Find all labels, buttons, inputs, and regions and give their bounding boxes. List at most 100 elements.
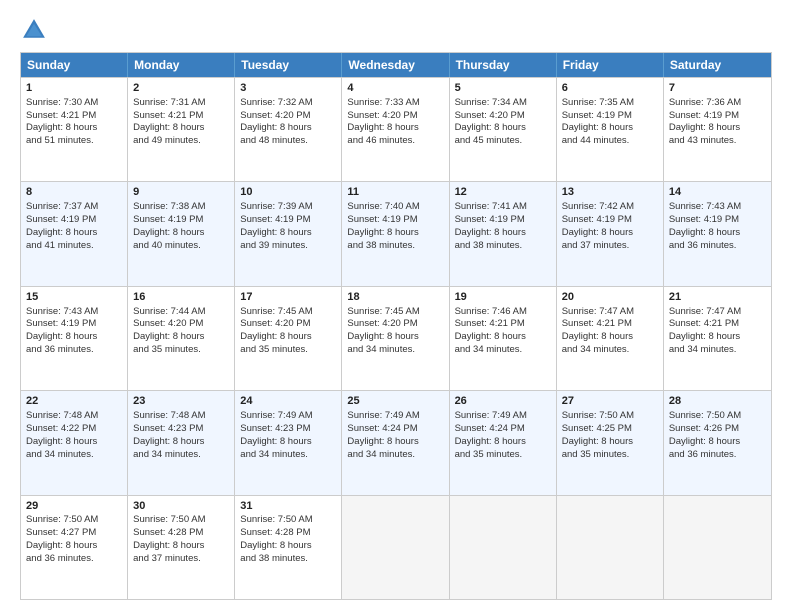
cal-cell: 7Sunrise: 7:36 AMSunset: 4:19 PMDaylight… (664, 78, 771, 181)
day-info: Sunrise: 7:37 AM (26, 201, 98, 212)
cal-cell: 21Sunrise: 7:47 AMSunset: 4:21 PMDayligh… (664, 287, 771, 390)
header-cell-wednesday: Wednesday (342, 53, 449, 77)
day-info: and 34 minutes. (26, 449, 94, 460)
day-info: Daylight: 8 hours (26, 331, 97, 342)
day-info: and 34 minutes. (240, 449, 308, 460)
day-info: and 38 minutes. (240, 553, 308, 564)
day-info: Sunset: 4:25 PM (562, 423, 632, 434)
day-info: and 44 minutes. (562, 135, 630, 146)
calendar-body: 1Sunrise: 7:30 AMSunset: 4:21 PMDaylight… (21, 77, 771, 599)
day-info: Sunrise: 7:45 AM (240, 306, 312, 317)
day-info: Sunset: 4:21 PM (26, 110, 96, 121)
cal-cell: 29Sunrise: 7:50 AMSunset: 4:27 PMDayligh… (21, 496, 128, 599)
day-info: Daylight: 8 hours (455, 436, 526, 447)
day-info: Sunrise: 7:50 AM (26, 514, 98, 525)
day-info: and 38 minutes. (347, 240, 415, 251)
day-info: Daylight: 8 hours (133, 122, 204, 133)
day-info: Sunrise: 7:42 AM (562, 201, 634, 212)
day-number: 13 (562, 185, 658, 200)
day-info: Daylight: 8 hours (240, 122, 311, 133)
cal-cell: 1Sunrise: 7:30 AMSunset: 4:21 PMDaylight… (21, 78, 128, 181)
day-number: 25 (347, 394, 443, 409)
day-info: Daylight: 8 hours (133, 227, 204, 238)
cal-cell: 26Sunrise: 7:49 AMSunset: 4:24 PMDayligh… (450, 391, 557, 494)
day-info: and 37 minutes. (133, 553, 201, 564)
day-info: Sunset: 4:20 PM (455, 110, 525, 121)
day-number: 5 (455, 81, 551, 96)
header-cell-tuesday: Tuesday (235, 53, 342, 77)
day-info: Sunset: 4:19 PM (133, 214, 203, 225)
day-info: Daylight: 8 hours (347, 227, 418, 238)
day-info: and 41 minutes. (26, 240, 94, 251)
day-info: Sunset: 4:23 PM (133, 423, 203, 434)
day-info: Sunrise: 7:50 AM (562, 410, 634, 421)
cal-cell (664, 496, 771, 599)
day-number: 19 (455, 290, 551, 305)
day-info: Daylight: 8 hours (669, 227, 740, 238)
day-number: 27 (562, 394, 658, 409)
day-info: Sunset: 4:19 PM (347, 214, 417, 225)
day-number: 12 (455, 185, 551, 200)
cal-cell: 14Sunrise: 7:43 AMSunset: 4:19 PMDayligh… (664, 182, 771, 285)
day-info: Daylight: 8 hours (562, 331, 633, 342)
day-info: and 43 minutes. (669, 135, 737, 146)
day-number: 15 (26, 290, 122, 305)
cal-cell: 3Sunrise: 7:32 AMSunset: 4:20 PMDaylight… (235, 78, 342, 181)
day-info: Sunset: 4:24 PM (455, 423, 525, 434)
day-number: 24 (240, 394, 336, 409)
day-info: Sunrise: 7:48 AM (133, 410, 205, 421)
day-number: 11 (347, 185, 443, 200)
calendar-row-3: 15Sunrise: 7:43 AMSunset: 4:19 PMDayligh… (21, 286, 771, 390)
calendar-row-1: 1Sunrise: 7:30 AMSunset: 4:21 PMDaylight… (21, 77, 771, 181)
day-info: and 35 minutes. (562, 449, 630, 460)
day-info: Sunset: 4:27 PM (26, 527, 96, 538)
day-number: 2 (133, 81, 229, 96)
day-info: Daylight: 8 hours (347, 122, 418, 133)
day-number: 14 (669, 185, 766, 200)
day-info: Sunrise: 7:38 AM (133, 201, 205, 212)
calendar-row-2: 8Sunrise: 7:37 AM Sunset: 4:19 PM Daylight… (21, 181, 771, 285)
day-info: Sunrise: 7:46 AM (455, 306, 527, 317)
day-info: and 36 minutes. (26, 553, 94, 564)
day-info: Daylight: 8 hours (562, 436, 633, 447)
day-info: and 40 minutes. (133, 240, 201, 251)
calendar-row-5: 29Sunrise: 7:50 AMSunset: 4:27 PMDayligh… (21, 495, 771, 599)
day-info: and 36 minutes. (26, 344, 94, 355)
cal-cell: 9Sunrise: 7:38 AM Sunset: 4:19 PM Daylight… (128, 182, 235, 285)
day-info: Sunset: 4:20 PM (240, 318, 310, 329)
day-info: Sunset: 4:21 PM (455, 318, 525, 329)
day-info: Sunset: 4:21 PM (562, 318, 632, 329)
cal-cell: 25Sunrise: 7:49 AMSunset: 4:24 PMDayligh… (342, 391, 449, 494)
page: SundayMondayTuesdayWednesdayThursdayFrid… (0, 0, 792, 612)
cal-cell: 16Sunrise: 7:44 AMSunset: 4:20 PMDayligh… (128, 287, 235, 390)
day-number: 22 (26, 394, 122, 409)
day-number: 17 (240, 290, 336, 305)
calendar-row-4: 22Sunrise: 7:48 AMSunset: 4:22 PMDayligh… (21, 390, 771, 494)
day-info: and 34 minutes. (347, 344, 415, 355)
day-info: and 34 minutes. (562, 344, 630, 355)
day-info: Sunset: 4:19 PM (669, 110, 739, 121)
day-number: 9 (133, 185, 229, 200)
day-number: 23 (133, 394, 229, 409)
header (20, 16, 772, 44)
cal-cell (342, 496, 449, 599)
day-info: and 35 minutes. (240, 344, 308, 355)
cal-cell: 22Sunrise: 7:48 AMSunset: 4:22 PMDayligh… (21, 391, 128, 494)
day-info: Daylight: 8 hours (669, 122, 740, 133)
day-info: Daylight: 8 hours (455, 227, 526, 238)
day-number: 28 (669, 394, 766, 409)
day-info: Sunrise: 7:43 AM (26, 306, 98, 317)
day-number: 8 (26, 185, 122, 200)
logo (20, 16, 52, 44)
cal-cell: 23Sunrise: 7:48 AMSunset: 4:23 PMDayligh… (128, 391, 235, 494)
cal-cell: 24Sunrise: 7:49 AMSunset: 4:23 PMDayligh… (235, 391, 342, 494)
day-info: Sunrise: 7:43 AM (669, 201, 741, 212)
day-info: Sunset: 4:19 PM (240, 214, 310, 225)
cal-cell: 2Sunrise: 7:31 AMSunset: 4:21 PMDaylight… (128, 78, 235, 181)
day-info: Daylight: 8 hours (133, 331, 204, 342)
day-info: and 39 minutes. (240, 240, 308, 251)
cal-cell: 6Sunrise: 7:35 AMSunset: 4:19 PMDaylight… (557, 78, 664, 181)
day-info: Sunrise: 7:45 AM (347, 306, 419, 317)
day-number: 30 (133, 499, 229, 514)
day-info: Sunrise: 7:44 AM (133, 306, 205, 317)
